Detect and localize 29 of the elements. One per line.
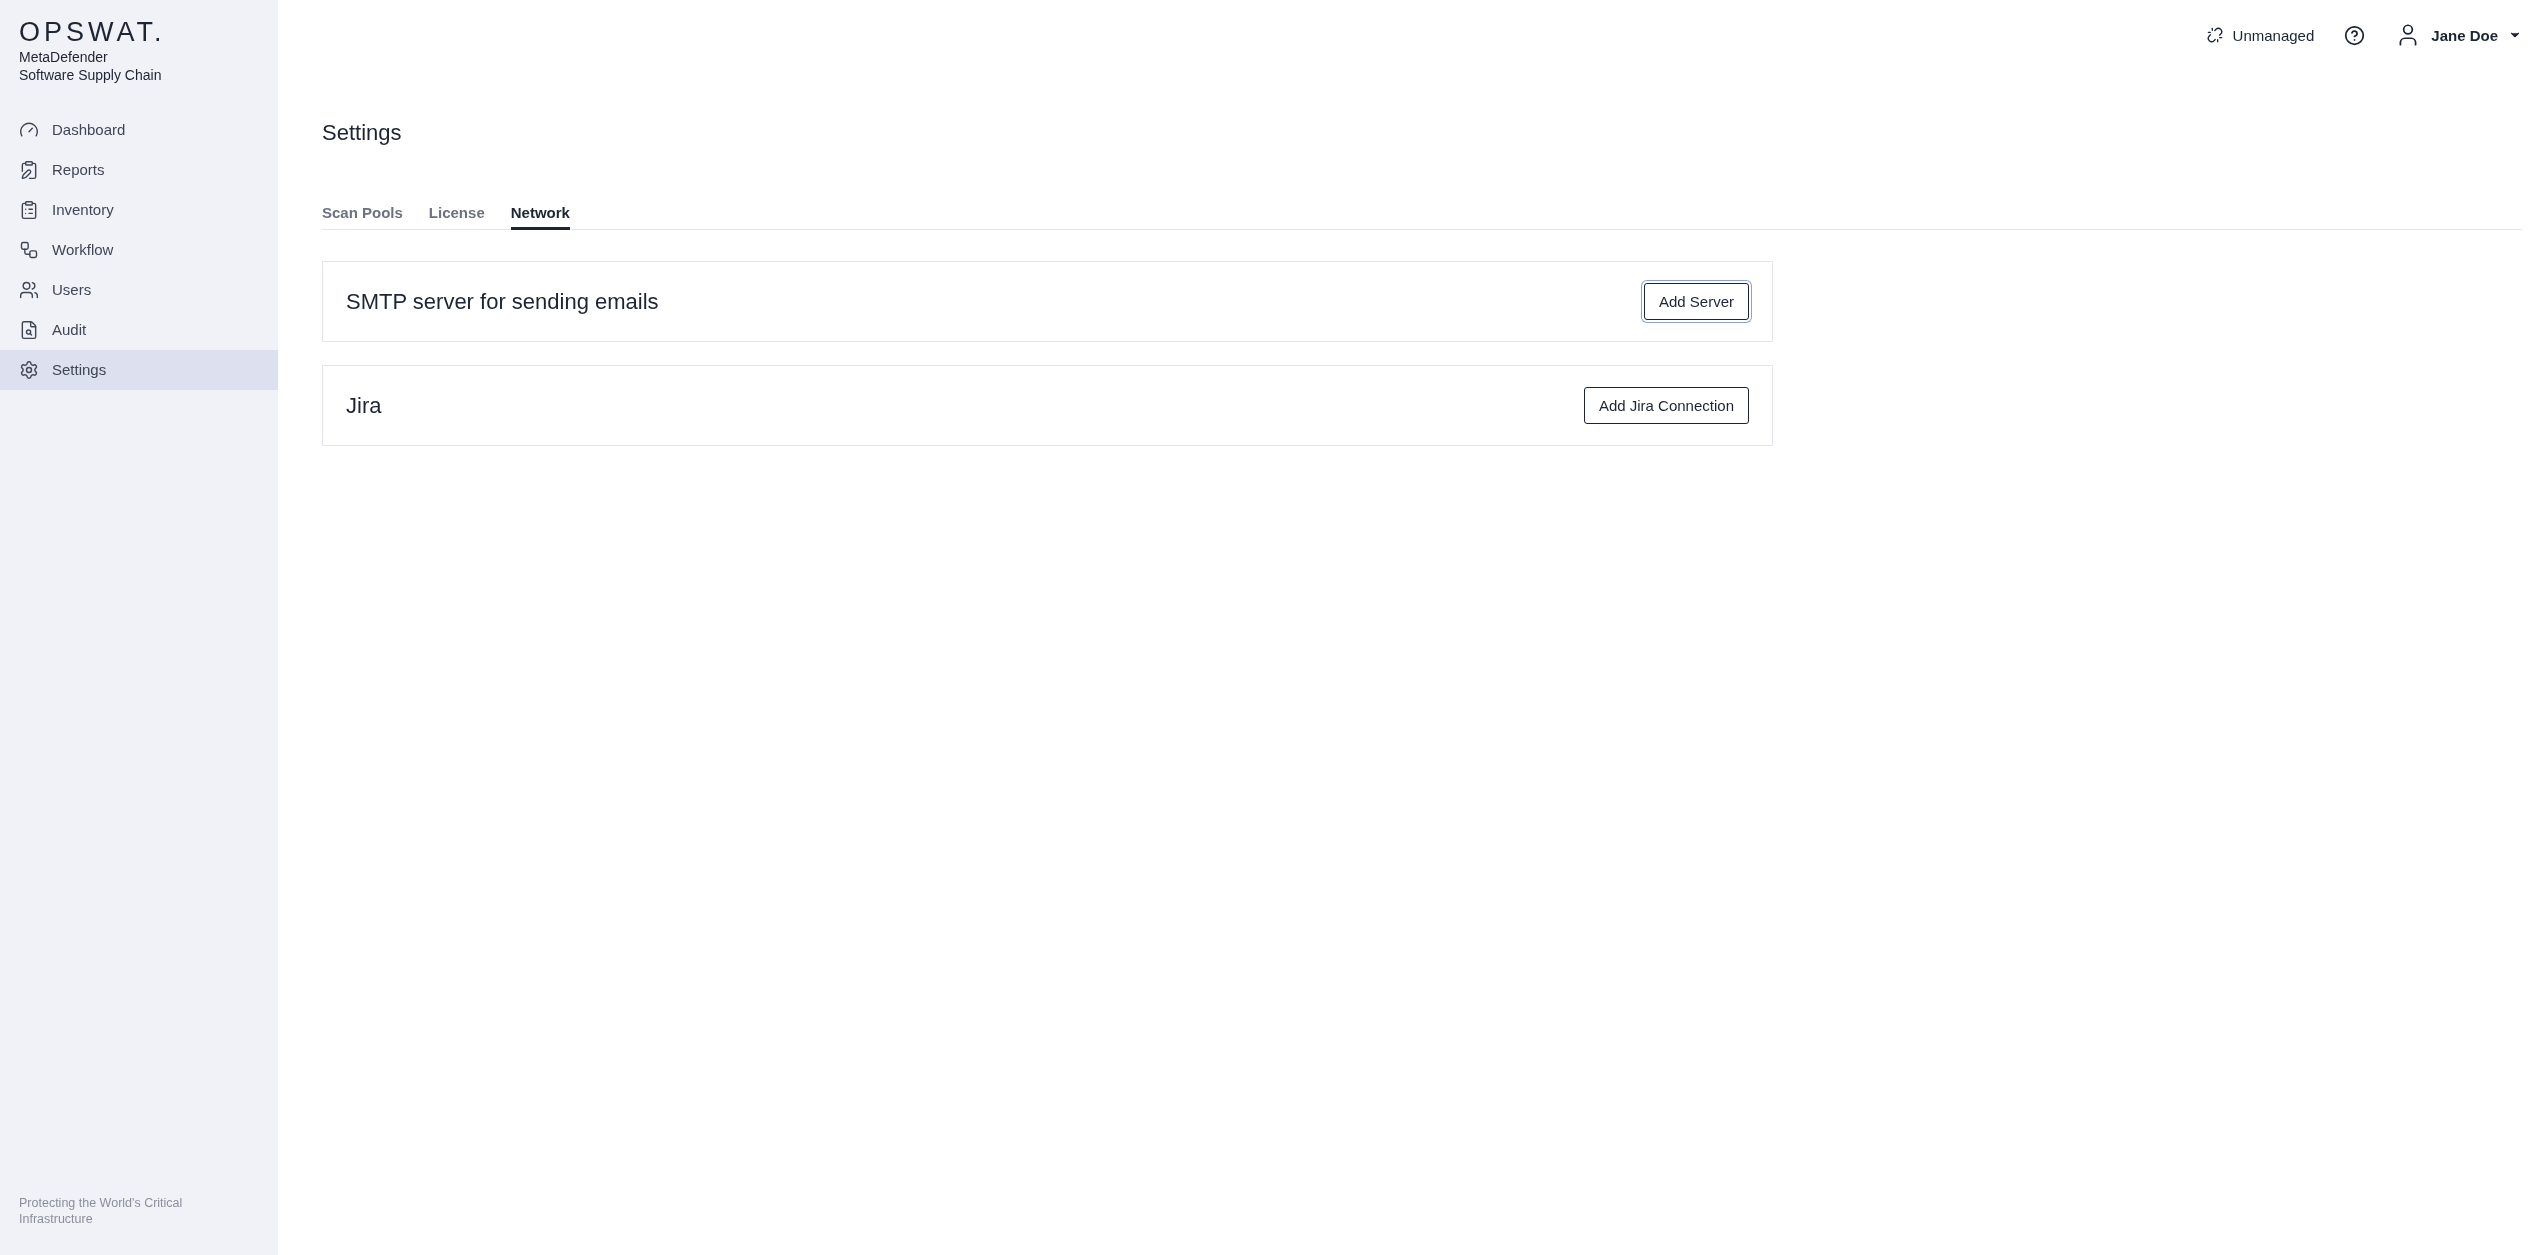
workflow-icon [19,239,39,260]
sidebar-item[interactable]: Users [0,269,278,310]
sidebar-item[interactable]: Settings [0,349,278,390]
tab[interactable]: Network [510,204,570,230]
product-name: Software Supply Chain [19,65,163,84]
help-icon[interactable] [2344,24,2366,46]
sidebar-item[interactable]: Dashboard [0,109,278,150]
tab[interactable]: Scan Pools [322,204,403,230]
sidebar-item[interactable]: Inventory [0,189,278,230]
sidebar-item[interactable]: Reports [0,149,278,190]
settings-icon [19,359,39,380]
add-button[interactable]: Add Jira Connection [1583,387,1749,424]
page-title: Settings [322,120,403,146]
clipboard-pen-icon [19,159,39,180]
users-icon [19,279,39,300]
tagline: Protecting the World's Critical Infrastructure [18,1195,184,1228]
product-line: MetaDefender [19,47,109,66]
unlink-icon [2206,27,2223,43]
card-title: SMTP server for sending emails [346,288,659,315]
sidebar-item[interactable]: Audit [0,309,278,350]
clipboard-list-icon [19,199,39,220]
brand-logo: OPSWAT. [19,18,167,48]
status-link[interactable]: Unmanaged [2206,26,2315,44]
sidebar-item[interactable]: Workflow [0,229,278,270]
card-title: Jira [346,392,382,419]
tab[interactable]: License [428,204,485,230]
document-search-icon [19,319,39,340]
add-button[interactable]: Add Server [1643,283,1749,320]
user-menu[interactable]: Jane Doe [2395,22,2522,48]
